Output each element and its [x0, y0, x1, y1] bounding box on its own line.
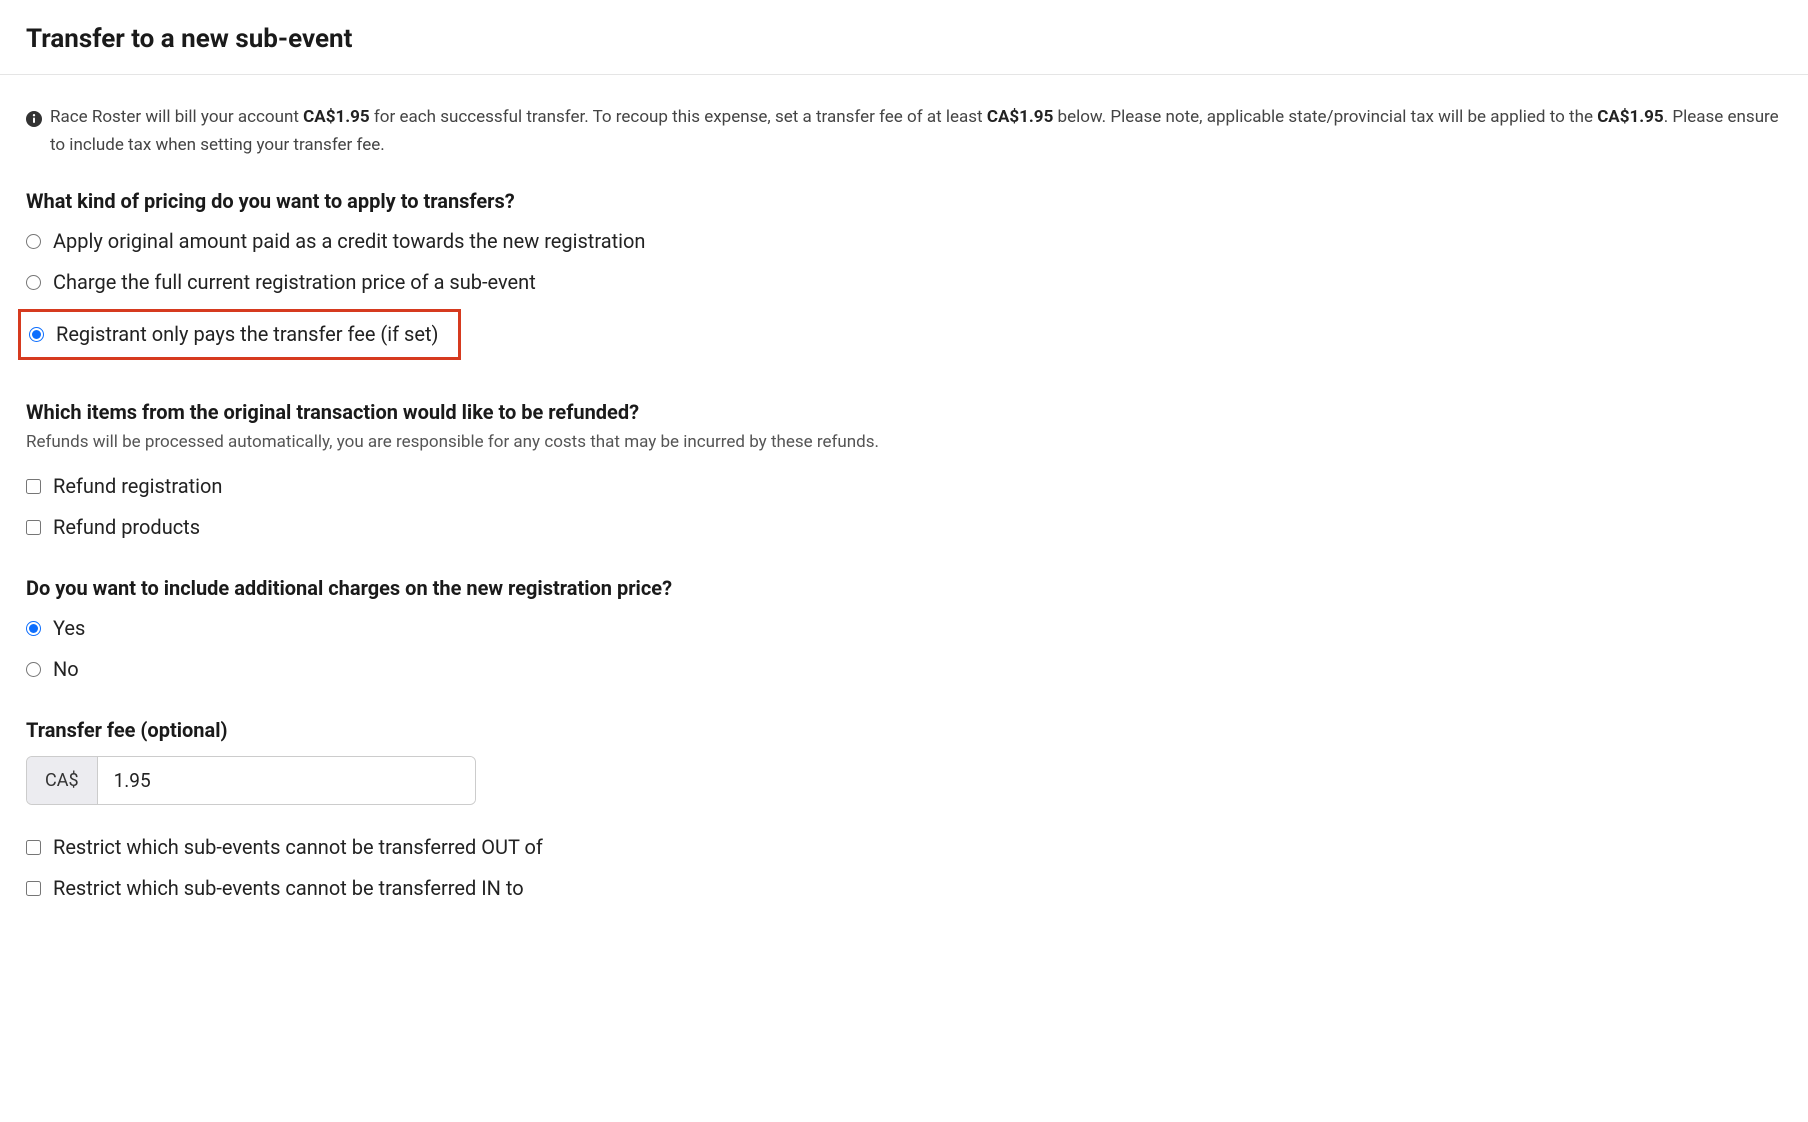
pricing-option-fee[interactable]: Registrant only pays the transfer fee (i…: [29, 320, 438, 349]
restrict-out-label: Restrict which sub-events cannot be tran…: [53, 833, 543, 862]
refund-products-row[interactable]: Refund products: [26, 513, 1782, 542]
restrict-in-checkbox[interactable]: [26, 881, 41, 896]
info-icon: [26, 108, 42, 124]
pricing-option-credit[interactable]: Apply original amount paid as a credit t…: [26, 227, 1782, 256]
restrict-out-row[interactable]: Restrict which sub-events cannot be tran…: [26, 833, 1782, 862]
pricing-radio-fee[interactable]: [29, 327, 44, 342]
additional-no-radio[interactable]: [26, 662, 41, 677]
refund-title: Which items from the original transactio…: [26, 400, 1782, 424]
additional-yes-row[interactable]: Yes: [26, 614, 1782, 643]
billing-notice-text: Race Roster will bill your account CA$1.…: [50, 103, 1782, 159]
pricing-label-credit: Apply original amount paid as a credit t…: [53, 227, 645, 256]
pricing-label-fee: Registrant only pays the transfer fee (i…: [56, 320, 438, 349]
additional-yes-radio[interactable]: [26, 621, 41, 636]
fee-input-group: CA$: [26, 756, 476, 805]
refund-products-checkbox[interactable]: [26, 520, 41, 535]
refund-registration-row[interactable]: Refund registration: [26, 472, 1782, 501]
additional-title: Do you want to include additional charge…: [26, 576, 1782, 600]
pricing-option-full[interactable]: Charge the full current registration pri…: [26, 268, 1782, 297]
refund-registration-label: Refund registration: [53, 472, 222, 501]
pricing-option-fee-highlight: Registrant only pays the transfer fee (i…: [18, 309, 461, 360]
page-title: Transfer to a new sub-event: [26, 24, 1782, 54]
pricing-section: What kind of pricing do you want to appl…: [26, 189, 1782, 366]
refund-products-label: Refund products: [53, 513, 200, 542]
transfer-fee-input[interactable]: [98, 757, 475, 804]
additional-no-row[interactable]: No: [26, 655, 1782, 684]
restrict-out-checkbox[interactable]: [26, 840, 41, 855]
refund-subtitle: Refunds will be processed automatically,…: [26, 430, 1782, 456]
refund-section: Which items from the original transactio…: [26, 400, 1782, 542]
refund-registration-checkbox[interactable]: [26, 479, 41, 494]
additional-no-label: No: [53, 655, 79, 684]
fee-title: Transfer fee (optional): [26, 718, 1782, 742]
divider: [0, 74, 1808, 75]
additional-yes-label: Yes: [53, 614, 85, 643]
restrict-in-row[interactable]: Restrict which sub-events cannot be tran…: [26, 874, 1782, 903]
additional-section: Do you want to include additional charge…: [26, 576, 1782, 684]
restrict-in-label: Restrict which sub-events cannot be tran…: [53, 874, 524, 903]
pricing-label-full: Charge the full current registration pri…: [53, 268, 536, 297]
pricing-radio-credit[interactable]: [26, 234, 41, 249]
fee-section: Transfer fee (optional) CA$: [26, 718, 1782, 805]
pricing-radio-full[interactable]: [26, 275, 41, 290]
pricing-title: What kind of pricing do you want to appl…: [26, 189, 1782, 213]
fee-currency-prefix: CA$: [27, 757, 98, 804]
billing-notice: Race Roster will bill your account CA$1.…: [26, 103, 1782, 159]
